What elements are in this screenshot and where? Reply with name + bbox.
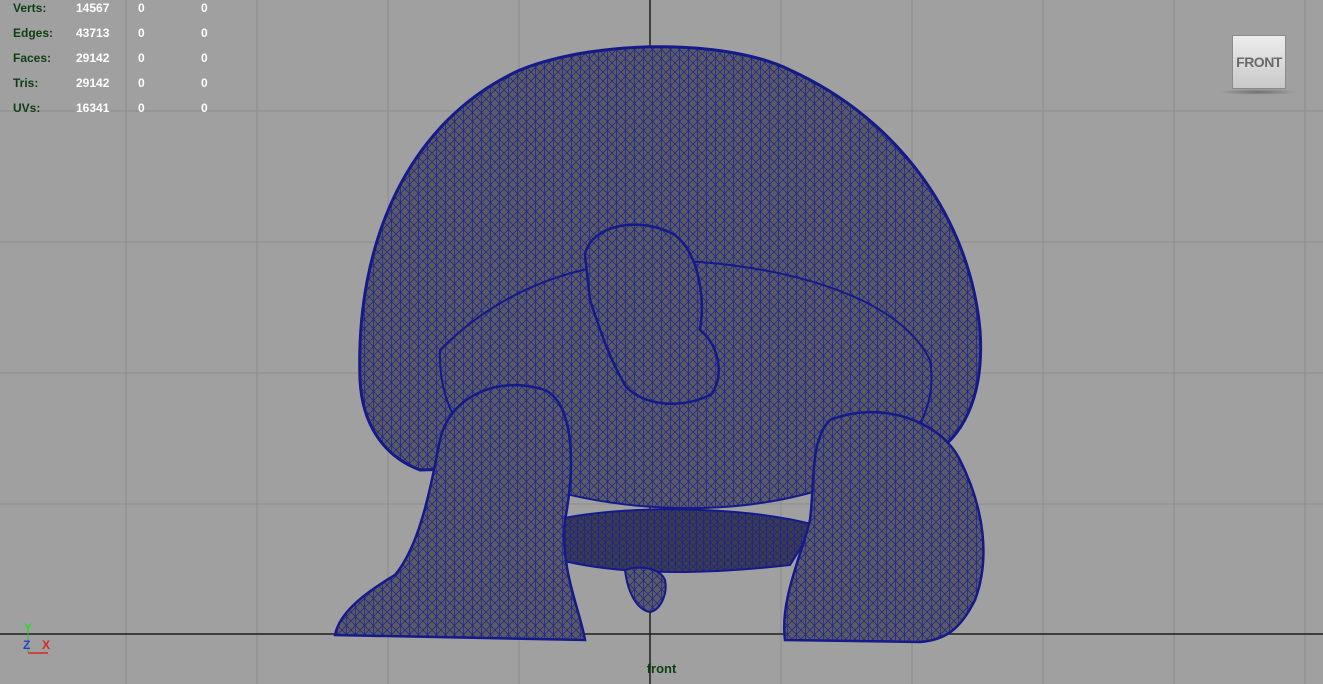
axis-y-label: Y <box>24 621 32 635</box>
hud-value: 0 <box>138 1 145 15</box>
axis-z-label: Z <box>23 638 30 652</box>
viewport-front[interactable]: Verts: 14567 0 0 Edges: 43713 0 0 Faces:… <box>0 0 1323 684</box>
view-cube-icon[interactable]: FRONT <box>1218 33 1298 95</box>
hud-label: Edges: <box>13 26 54 40</box>
hud-value: 16341 <box>76 101 110 115</box>
hud-value: 0 <box>138 26 145 40</box>
hud-label: Faces: <box>13 51 52 65</box>
hud-value: 0 <box>138 51 145 65</box>
hud-value: 0 <box>138 76 145 90</box>
hud-value: 0 <box>201 1 208 15</box>
hud-value: 0 <box>201 101 208 115</box>
hud-label: Verts: <box>13 1 47 15</box>
hud-value: 0 <box>201 76 208 90</box>
hud-value: 43713 <box>76 26 110 40</box>
view-cube-shadow <box>1218 89 1298 95</box>
hud-label: UVs: <box>13 101 41 115</box>
axis-gizmo-icon: Y Z X <box>23 621 50 654</box>
view-cube-front-face[interactable]: FRONT <box>1232 35 1286 89</box>
hud-value: 0 <box>201 26 208 40</box>
hud-value: 14567 <box>76 1 110 15</box>
axis-x-label: X <box>42 638 50 652</box>
hud-label: Tris: <box>13 76 39 90</box>
underside-mesh <box>553 508 817 573</box>
hud-value: 29142 <box>76 51 110 65</box>
camera-name-label: front <box>646 661 677 676</box>
tail-mesh <box>623 566 667 614</box>
hud-value: 0 <box>138 101 145 115</box>
hud-value: 0 <box>201 51 208 65</box>
tortoise-mesh[interactable] <box>0 0 1323 684</box>
hud-value: 29142 <box>76 76 110 90</box>
